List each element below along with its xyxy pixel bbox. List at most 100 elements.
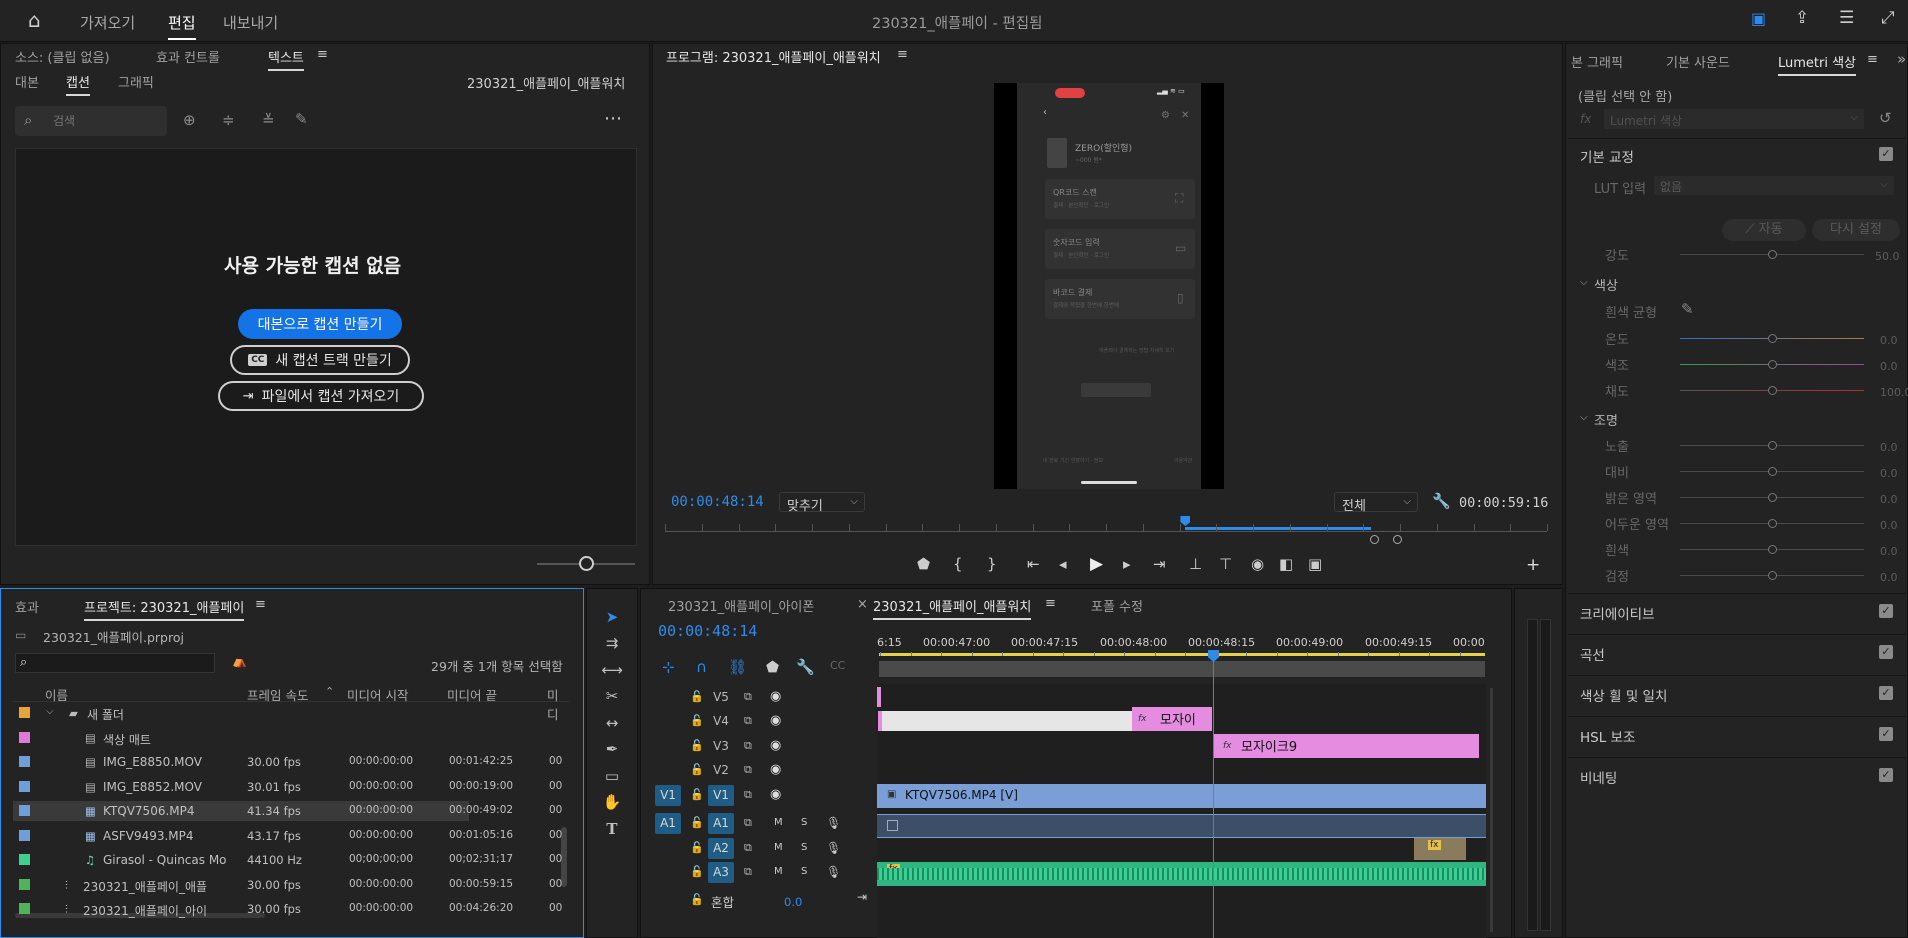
track-select-tool-icon[interactable]: ⇉: [599, 631, 625, 655]
tab-effect-controls[interactable]: 효과 컨트롤: [156, 47, 220, 66]
intensity-slider[interactable]: [1680, 250, 1864, 259]
eye-icon[interactable]: ◉: [770, 738, 781, 753]
quick-export-icon[interactable]: ▣: [1751, 11, 1766, 27]
track-target-v4[interactable]: V4: [708, 711, 734, 732]
pen-tool-icon[interactable]: ✒: [599, 737, 625, 761]
project-menu-icon[interactable]: ≡: [255, 597, 266, 612]
sync-lock-icon[interactable]: ⧉: [744, 763, 752, 777]
panel-menu-icon[interactable]: ≡: [317, 47, 328, 62]
mute-button[interactable]: M: [774, 842, 783, 853]
lumetri-section-checkbox-4[interactable]: ✓: [1879, 768, 1893, 782]
mix-track-value[interactable]: 0.0: [784, 895, 802, 909]
subtab-graphics[interactable]: 그래픽: [118, 72, 154, 91]
sync-lock-icon[interactable]: ⧉: [744, 865, 752, 879]
tab-essential-sound[interactable]: 기본 사운드: [1666, 52, 1730, 71]
clip-audio-a1[interactable]: [877, 814, 1486, 838]
color_sliders-slider-0[interactable]: [1680, 334, 1864, 343]
project-row[interactable]: ▦ KTQV7506.MP4 41.34 fps 00:00:00:00 00:00:4…: [13, 801, 562, 821]
project-row[interactable]: ▤ 색상 매트: [13, 728, 469, 748]
hand-tool-icon[interactable]: ✋: [599, 790, 625, 814]
clip-audio-a2[interactable]: fx: [1414, 838, 1466, 860]
color_sliders-value-0[interactable]: 0.0: [1880, 334, 1898, 347]
work-area-bar[interactable]: [879, 653, 1485, 656]
solo-button[interactable]: S: [801, 817, 807, 828]
color_sliders-slider-knob-2[interactable]: [1768, 386, 1777, 395]
track-lock-icon[interactable]: 🔓: [690, 893, 704, 906]
project-row[interactable]: ♫ Girasol - Quincas Mo 44100 Hz 00;00;00;00…: [13, 850, 562, 870]
type-tool-icon[interactable]: T: [599, 817, 625, 841]
project-row[interactable]: ⫶ 230321_애플페이_애플 30.00 fps 00:00:00:00 00:00…: [13, 875, 562, 895]
captions-toggle-icon[interactable]: CC: [830, 660, 845, 671]
label-color-swatch[interactable]: [19, 756, 30, 767]
lumetri-section-2[interactable]: 색상 휠 및 일치: [1580, 685, 1667, 705]
tab-sequence-portfolio[interactable]: 포폴 수정: [1091, 596, 1143, 615]
light_sliders-slider-3[interactable]: [1680, 519, 1864, 528]
eye-icon[interactable]: ◉: [770, 713, 781, 728]
light_sliders-value-1[interactable]: 0.0: [1880, 467, 1898, 480]
step-forward-icon[interactable]: ▸: [1123, 557, 1131, 572]
track-target-a1[interactable]: A1: [708, 813, 734, 834]
fullscreen-icon[interactable]: ⤢: [1881, 10, 1895, 27]
import-captions-button[interactable]: ⇥ 파일에서 캡션 가져오기: [218, 381, 424, 411]
edit-pencil-icon[interactable]: ✎: [295, 112, 308, 127]
light_sliders-slider-knob-4[interactable]: [1768, 545, 1777, 554]
workspace-edit[interactable]: 편집: [168, 12, 196, 40]
tab-project[interactable]: 프로젝트: 230321_애플페이: [84, 597, 245, 621]
col-media-start[interactable]: 미디어 시작: [347, 685, 408, 704]
share-icon[interactable]: ⇪: [1795, 10, 1809, 27]
viewport-zoom-handle-right[interactable]: [1393, 535, 1402, 544]
timeline-menu-icon[interactable]: ≡: [1045, 596, 1056, 611]
program-video-frame[interactable]: ▂▄ ≋ ▭ ‹ ⚙ ✕ ZERO(할인형) ~000 원* QR코드 스캔 결…: [994, 83, 1224, 489]
program-playhead[interactable]: [1180, 516, 1191, 526]
color_sliders-slider-knob-1[interactable]: [1768, 360, 1777, 369]
track-target-v3[interactable]: V3: [708, 736, 734, 757]
workspace-import[interactable]: 가져오기: [80, 12, 135, 33]
light-section-chevron[interactable]: ⌵: [1580, 412, 1588, 423]
track-target-a2[interactable]: A2: [708, 838, 734, 859]
light_sliders-slider-knob-3[interactable]: [1768, 519, 1777, 528]
microphone-icon[interactable]: 🎙: [826, 816, 841, 830]
timeline-settings-icon[interactable]: 🔧: [796, 660, 815, 675]
track-target-v1[interactable]: V1: [708, 785, 734, 806]
col-media-end[interactable]: 미디어 끝: [447, 685, 497, 704]
v4-matte-clip[interactable]: [878, 711, 1132, 731]
track-lock-icon[interactable]: 🔓: [690, 714, 704, 727]
workspace-menu-icon[interactable]: ☰: [1839, 10, 1854, 27]
clip-video-v1[interactable]: ▣ KTQV7506.MP4 [V]: [877, 784, 1486, 808]
lumetri-section-3[interactable]: HSL 보조: [1580, 726, 1635, 746]
sync-lock-icon[interactable]: ⧉: [744, 788, 752, 802]
slip-tool-icon[interactable]: ↔: [599, 711, 625, 735]
rectangle-tool-icon[interactable]: ▭: [599, 764, 625, 788]
project-search-box[interactable]: ⌕: [15, 653, 215, 673]
sync-lock-icon[interactable]: ⧉: [744, 739, 752, 753]
light_sliders-slider-1[interactable]: [1680, 467, 1864, 476]
col-name[interactable]: 이름: [45, 685, 68, 704]
program-time-ruler[interactable]: [665, 516, 1548, 532]
sort-ascending-icon[interactable]: ⌃: [325, 685, 334, 698]
label-color-swatch[interactable]: [19, 707, 30, 718]
light_sliders-value-5[interactable]: 0.0: [1880, 571, 1898, 584]
timeline-marker-icon[interactable]: ⬟: [766, 660, 779, 675]
light-section-title[interactable]: 조명: [1594, 410, 1618, 429]
project-row[interactable]: ▤ IMG_E8852.MOV 30.01 fps 00:00:00:00 00:00:…: [13, 777, 562, 797]
subtab-captions[interactable]: 캡션: [66, 72, 90, 96]
section-basic-correction[interactable]: 기본 교정: [1580, 146, 1634, 166]
light_sliders-slider-knob-2[interactable]: [1768, 493, 1777, 502]
mute-button[interactable]: M: [774, 817, 783, 828]
track-lock-icon[interactable]: 🔓: [690, 841, 704, 854]
tab-source[interactable]: 소스: (클립 없음): [15, 47, 110, 66]
light_sliders-slider-knob-1[interactable]: [1768, 467, 1777, 476]
tab-sequence-iphone[interactable]: 230321_애플페이_아이폰: [668, 596, 814, 615]
lumetri-section-checkbox-2[interactable]: ✓: [1879, 686, 1893, 700]
source-patch-v1[interactable]: V1: [655, 785, 681, 806]
go-to-out-icon[interactable]: ⇥: [1153, 557, 1166, 572]
basic-correction-checkbox[interactable]: ✓: [1879, 147, 1893, 161]
panel-overflow-icon[interactable]: »: [1897, 52, 1906, 67]
lumetri-menu-icon[interactable]: ≡: [1867, 52, 1878, 67]
color_sliders-slider-1[interactable]: [1680, 360, 1864, 369]
track-lock-icon[interactable]: 🔓: [690, 739, 704, 752]
home-icon[interactable]: ⌂: [28, 10, 41, 30]
solo-button[interactable]: S: [801, 866, 807, 877]
microphone-icon[interactable]: 🎙: [826, 865, 841, 879]
selection-tool-icon[interactable]: ➤: [599, 605, 625, 629]
